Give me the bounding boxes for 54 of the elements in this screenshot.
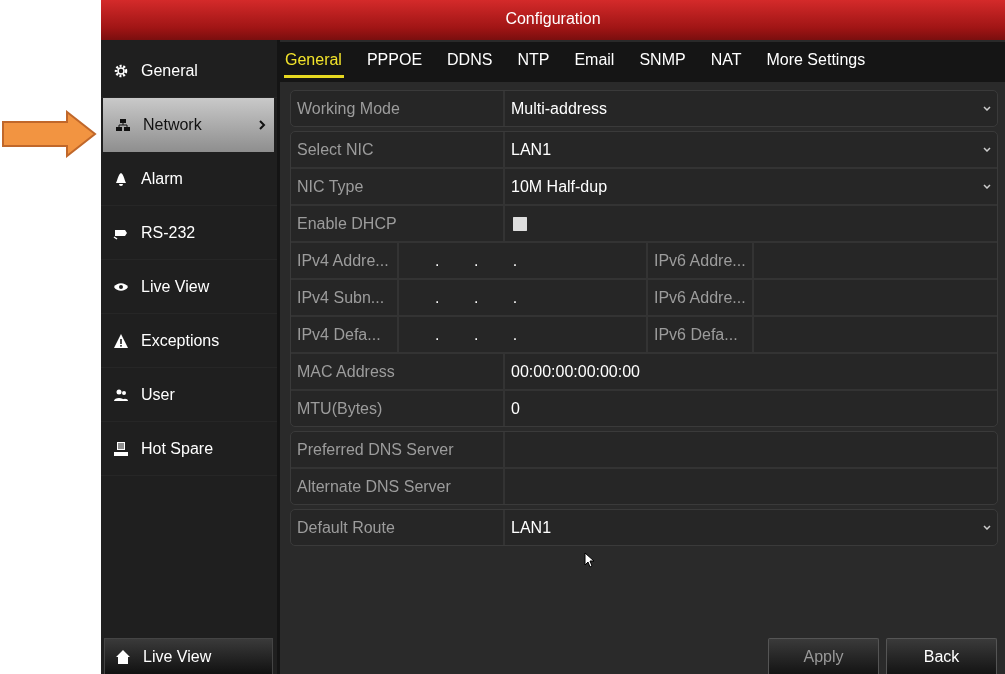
field-label: Enable DHCP (296, 213, 398, 234)
sidebar-item[interactable]: Alarm (101, 152, 277, 206)
server-icon (113, 440, 129, 457)
field-label: IPv4 Defa... (296, 324, 382, 345)
tab[interactable]: NTP (516, 46, 562, 78)
home-icon (115, 648, 131, 665)
select-field[interactable]: Multi-address (503, 91, 997, 126)
gear-icon (113, 62, 129, 79)
sidebar-item[interactable]: User (101, 368, 277, 422)
select-field[interactable]: LAN1 (503, 132, 997, 167)
tab[interactable]: PPPOE (365, 46, 435, 78)
input-field[interactable]: 00:00:00:00:00:00 (503, 354, 997, 389)
cursor-icon (584, 552, 594, 568)
sidebar-item[interactable]: Exceptions (101, 314, 277, 368)
live-view-button[interactable]: Live View (104, 638, 273, 674)
field-label: Alternate DNS Server (296, 476, 452, 497)
tab[interactable]: General (284, 46, 344, 78)
warning-icon (113, 332, 129, 349)
tab[interactable]: More Settings (765, 46, 878, 78)
caret-icon (983, 147, 991, 152)
chevron-icon (259, 120, 266, 130)
sidebar-item[interactable]: Live View (101, 260, 277, 314)
field-label: NIC Type (296, 176, 365, 197)
field-label: MTU(Bytes) (296, 398, 384, 419)
caret-icon (983, 525, 991, 530)
ip-field[interactable]: . . . (397, 243, 646, 278)
field-label: IPv6 Addre... (646, 243, 752, 278)
back-button[interactable]: Back (886, 638, 997, 674)
checkbox[interactable] (513, 216, 527, 231)
sidebar-item[interactable]: Network (103, 98, 274, 152)
field-label: IPv6 Addre... (646, 280, 752, 315)
ip-field[interactable]: . . . (397, 317, 646, 352)
field-label: IPv4 Addre... (296, 250, 390, 271)
tab[interactable]: NAT (709, 46, 754, 78)
field-label: IPv4 Subn... (296, 287, 386, 308)
caret-icon (983, 184, 991, 189)
sidebar-item[interactable]: Hot Spare (101, 422, 277, 476)
select-field[interactable]: 10M Half-dup (503, 169, 997, 204)
tab[interactable]: Email (573, 46, 627, 78)
field-label: Select NIC (296, 139, 375, 160)
select-field[interactable]: LAN1 (503, 510, 997, 545)
field-label: Preferred DNS Server (296, 439, 455, 460)
field-label: MAC Address (296, 361, 396, 382)
tab[interactable]: DDNS (446, 46, 505, 78)
field-label: Working Mode (296, 98, 401, 119)
sidebar-item[interactable]: RS-232 (101, 206, 277, 260)
network-icon (115, 117, 131, 133)
field-label: IPv6 Defa... (646, 317, 752, 352)
ip-field[interactable]: . . . (397, 280, 646, 315)
input-field[interactable]: 0 (503, 391, 997, 426)
window-title: Configuration (101, 0, 1005, 40)
caret-icon (983, 106, 991, 111)
tab[interactable]: SNMP (638, 46, 698, 78)
field-label: Default Route (296, 517, 396, 538)
